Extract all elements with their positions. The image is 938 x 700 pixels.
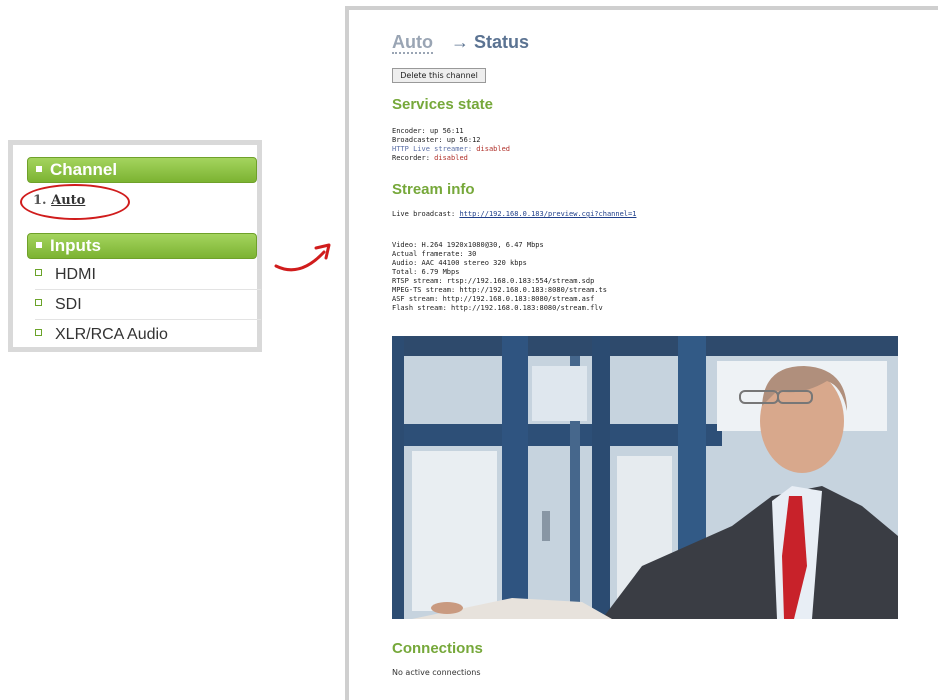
highlight-circle — [20, 184, 130, 220]
hls-status-label: HTTP Live streamer: — [392, 145, 477, 153]
asf-stream-url[interactable]: ASF stream: http://192.168.0.183:8080/st… — [392, 295, 594, 303]
list-bullet-icon — [35, 329, 42, 336]
list-bullet-icon — [35, 299, 42, 306]
recorder-status-value: disabled — [434, 154, 468, 162]
services-heading: Services state — [392, 96, 493, 113]
title-channel-name[interactable]: Auto — [392, 32, 433, 54]
live-broadcast-label: Live broadcast: — [392, 210, 460, 218]
stream-info-heading: Stream info — [392, 181, 475, 198]
inputs-section-header: Inputs — [27, 233, 257, 259]
recorder-status-label: Recorder: — [392, 154, 435, 162]
live-broadcast-line: Live broadcast: http://192.168.0.183/pre… — [392, 210, 636, 219]
inputs-header-label: Inputs — [50, 236, 101, 255]
connections-heading: Connections — [392, 640, 483, 657]
total-bitrate-info: Total: 6.79 Mbps — [392, 268, 460, 276]
input-label: SDI — [55, 296, 82, 313]
input-label: XLR/RCA Audio — [55, 326, 168, 343]
curved-arrow-icon — [274, 243, 331, 272]
live-broadcast-link[interactable]: http://192.168.0.183/preview.cgi?channel… — [459, 210, 636, 218]
rtsp-stream-url[interactable]: RTSP stream: rtsp://192.168.0.183:554/st… — [392, 277, 594, 285]
hls-status-value: disabled — [476, 145, 511, 153]
input-item-xlr-rca-audio[interactable]: XLR/RCA Audio — [35, 321, 261, 349]
channel-section-header: Channel — [27, 157, 257, 183]
input-item-hdmi[interactable]: HDMI — [35, 261, 261, 290]
services-list: Encoder: up 56:11 Broadcaster: up 56:12 … — [392, 127, 510, 163]
flash-stream-url[interactable]: Flash stream: http://192.168.0.183:8080/… — [392, 304, 603, 312]
connections-status: No active connections — [392, 668, 481, 677]
bullet-square-icon — [36, 166, 42, 172]
list-bullet-icon — [35, 269, 42, 276]
delete-channel-button[interactable]: Delete this channel — [392, 68, 486, 83]
framerate-info: Actual framerate: 30 — [392, 250, 477, 258]
broadcaster-status: Broadcaster: up 56:12 — [392, 136, 481, 144]
preview-image — [392, 336, 898, 619]
title-page-name: → Status — [450, 32, 529, 52]
status-panel: Auto → Status Delete this channel Service… — [345, 6, 938, 700]
audio-info: Audio: AAC 44100 stereo 320 kbps — [392, 259, 527, 267]
mpegts-stream-url[interactable]: MPEG-TS stream: http://192.168.0.183:808… — [392, 286, 607, 294]
channel-header-label: Channel — [50, 160, 118, 179]
video-info: Video: H.264 1920x1080@30, 6.47 Mbps — [392, 241, 544, 249]
input-label: HDMI — [55, 266, 96, 283]
bullet-square-icon — [36, 242, 42, 248]
encoder-status: Encoder: up 56:11 — [392, 127, 464, 135]
channel-sidebar: Channel 1. Auto Inputs HDMI SDI XLR/RCA … — [8, 140, 262, 352]
input-item-sdi[interactable]: SDI — [35, 291, 261, 320]
stream-details: Video: H.264 1920x1080@30, 6.47 Mbps Act… — [392, 241, 607, 313]
page-title: Auto → Status — [392, 32, 529, 54]
